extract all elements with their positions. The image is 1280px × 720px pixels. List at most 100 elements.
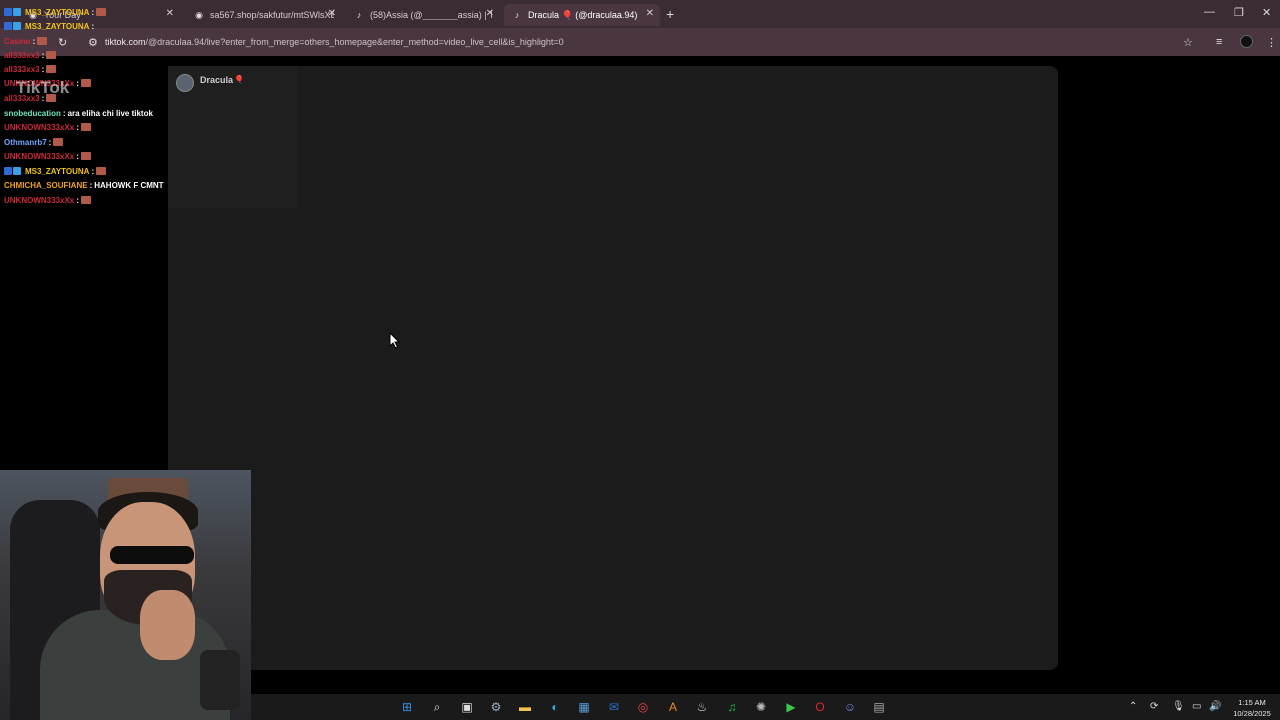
close-icon[interactable]: ✕ (166, 8, 174, 19)
badge-icon (13, 8, 21, 16)
chat-username: MS3_ZAYTOUNA (25, 166, 90, 176)
emote-icon (96, 8, 107, 16)
url-host: tiktok.com (105, 37, 146, 47)
chat-username: MS3_ZAYTOUNA (25, 7, 90, 17)
opera-icon[interactable]: O (811, 698, 829, 716)
chat-username: UNKNOWN333xXx (4, 151, 75, 161)
profile-avatar[interactable] (1240, 35, 1253, 48)
chat-message: UNKNOWN333xXx: (4, 150, 91, 162)
emote-icon (37, 37, 48, 45)
webcam-feed (0, 470, 251, 720)
chat-username: UNKNOWN333xXx (4, 195, 75, 205)
chat-separator: : (91, 21, 95, 31)
chat-username: Casino (4, 36, 31, 46)
chat-message: MS3_ZAYTOUNA: (4, 6, 107, 18)
badge-icon (4, 8, 12, 16)
chat-username: Othmanrb7 (4, 137, 47, 147)
emote-icon (46, 51, 57, 59)
badge-icon (4, 22, 12, 30)
menu-dots-icon[interactable]: ⋮ (1266, 36, 1277, 49)
chat-username: UNKNOWN333xXx (4, 122, 75, 132)
microphone-icon[interactable]: 🎙 (1172, 701, 1185, 712)
volume-icon[interactable]: 🔊 (1209, 701, 1221, 712)
chat-message: Othmanrb7: (4, 136, 64, 148)
chat-username: MS3_ZAYTOUNA (25, 21, 90, 31)
network-icon[interactable]: ▭ (1192, 701, 1201, 712)
new-tab-button[interactable]: + (666, 6, 674, 22)
spotify-icon[interactable]: ♫ (723, 698, 741, 716)
tiktok-icon: ♪ (356, 10, 362, 20)
badge-icon (4, 167, 12, 175)
chat-separator: : (32, 36, 36, 46)
emote-icon (80, 123, 91, 131)
calculator-icon[interactable]: ▤ (870, 698, 888, 716)
host-name[interactable]: Dracula (200, 75, 233, 85)
chat-separator: : (91, 166, 95, 176)
close-window-icon[interactable]: ✕ (1262, 6, 1271, 19)
chat-message: snobeducation: ara eliha chi live tiktok (4, 107, 153, 119)
media-control-icon[interactable]: ≡ (1216, 36, 1222, 48)
chat-separator: : (76, 122, 79, 132)
reload-icon[interactable]: ↻ (58, 36, 67, 49)
url-field[interactable]: tiktok.com/@draculaa.94/live?enter_from_… (105, 37, 564, 47)
system-clock[interactable]: 1:15 AM 10/28/2025 (1226, 697, 1278, 719)
clock-time: 1:15 AM (1238, 698, 1266, 707)
chat-message: CHMICHA_SOUFIANE: HAHOWK F CMNT (4, 179, 164, 191)
emote-icon (80, 79, 91, 87)
file-explorer-icon[interactable]: ▬ (516, 698, 534, 716)
app-arrow-icon[interactable]: ▶ (782, 698, 800, 716)
chat-separator: : (91, 7, 95, 17)
outlook-icon[interactable]: ✉ (605, 698, 623, 716)
chat-message: UNKNOWN333xXx: (4, 194, 91, 206)
tab-title: Dracula 🎈 (@draculaa.94) (528, 9, 638, 20)
edge-icon[interactable]: ◐ (546, 698, 564, 716)
maximize-icon[interactable]: ❐ (1234, 6, 1244, 19)
close-icon[interactable]: ✕ (486, 8, 494, 19)
store-icon[interactable]: ▦ (575, 698, 593, 716)
emote-icon (80, 196, 91, 204)
live-video-panel[interactable] (168, 66, 1058, 670)
chat-username: all333xx3 (4, 64, 40, 74)
windows-start-icon[interactable]: ⊞ (398, 698, 416, 716)
site-info-icon[interactable]: ⚙ (88, 36, 98, 49)
tab-dracula[interactable]: ♪ Dracula 🎈 (@draculaa.94) ✕ (504, 4, 660, 26)
tab-title: sa567.shop/sakfutur/mtSWlsXE (210, 10, 334, 20)
app-a-icon[interactable]: A (664, 698, 682, 716)
tab-title: (58)Assia (@_______assia) | Tik (370, 10, 492, 20)
app-gear-icon[interactable]: ✺ (752, 698, 770, 716)
chat-separator: : (48, 137, 52, 147)
settings-icon[interactable]: ⚙ (487, 698, 505, 716)
badge-icon (13, 22, 21, 30)
mouse-cursor-icon (389, 332, 401, 349)
discord-icon[interactable]: ☺ (841, 698, 859, 716)
tiktok-logo: TikTok (16, 78, 70, 97)
steam-icon[interactable]: ♨ (693, 698, 711, 716)
chat-message: Casino: (4, 35, 48, 47)
chat-separator: : (41, 50, 45, 60)
address-bar: ↻ ⚙ tiktok.com/@draculaa.94/live?enter_f… (0, 28, 1280, 56)
chat-text: HAHOWK F CMNT (94, 180, 164, 190)
host-avatar[interactable] (176, 74, 194, 92)
globe-icon: ◉ (195, 10, 203, 20)
chat-separator: : (76, 195, 79, 205)
chat-username: all333xx3 (4, 50, 40, 60)
tiktok-icon: ♪ (514, 10, 520, 20)
close-icon[interactable]: ✕ (646, 8, 654, 19)
clock-date: 10/28/2025 (1233, 709, 1271, 718)
bookmark-star-icon[interactable]: ☆ (1183, 36, 1193, 49)
tray-sync-icon[interactable]: ⟳ (1150, 701, 1158, 712)
task-view-icon[interactable]: ▣ (458, 698, 476, 716)
tab-sa567[interactable]: ◉ sa567.shop/sakfutur/mtSWlsXE ✕ (186, 4, 342, 26)
chat-message: all333xx3: (4, 63, 57, 75)
tray-chevron-icon[interactable]: ⌃ (1129, 701, 1137, 712)
tab-assia[interactable]: ♪ (58)Assia (@_______assia) | Tik ✕ (346, 4, 500, 26)
chat-message: UNKNOWN333xXx: (4, 121, 91, 133)
minimize-icon[interactable]: — (1204, 6, 1215, 18)
chrome-icon[interactable]: ◎ (634, 698, 652, 716)
close-icon[interactable]: ✕ (328, 8, 336, 19)
chat-text: ara eliha chi live tiktok (67, 108, 153, 118)
search-icon[interactable]: ⌕ (428, 698, 446, 716)
chat-message: MS3_ZAYTOUNA: (4, 20, 94, 32)
chat-message: MS3_ZAYTOUNA: (4, 165, 107, 177)
url-path: /@draculaa.94/live?enter_from_merge=othe… (145, 37, 564, 47)
